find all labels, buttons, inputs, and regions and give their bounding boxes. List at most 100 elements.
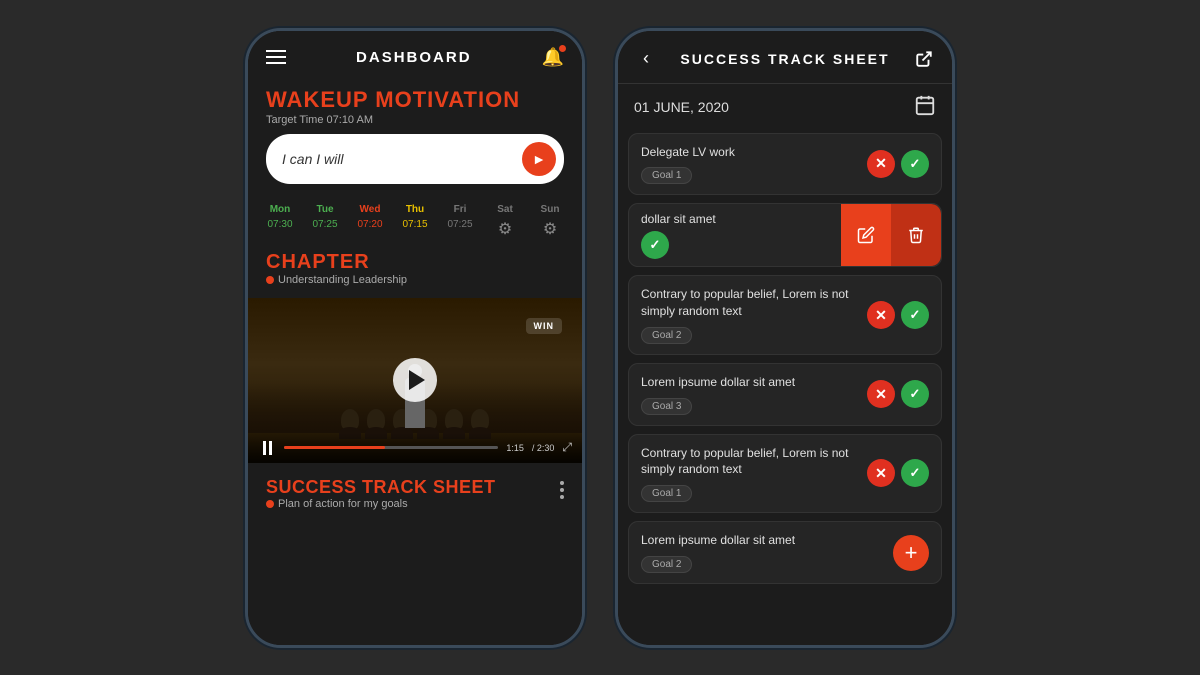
video-win-banner: WIN	[526, 318, 563, 334]
play-button[interactable]	[393, 358, 437, 402]
chapter-title: CHAPTER	[266, 251, 564, 274]
day-col-tue[interactable]: Tue 07:25	[307, 204, 343, 239]
delete-button[interactable]	[891, 204, 941, 266]
track-item-text: Contrary to popular belief, Lorem is not…	[641, 445, 857, 479]
expand-button[interactable]: ⤢	[562, 440, 572, 455]
video-current-time: 1:15	[506, 443, 524, 453]
menu-button[interactable]	[266, 50, 286, 64]
goal-badge: Goal 1	[641, 167, 692, 184]
day-col-fri[interactable]: Fri 07:25	[442, 204, 478, 239]
dashboard-header: DASHBOARD 🔔	[248, 31, 582, 80]
goal-badge: Goal 1	[641, 485, 692, 502]
track-item: Contrary to popular belief, Lorem is not…	[628, 275, 942, 355]
day-col-thu[interactable]: Thu 07:15	[397, 204, 433, 239]
pause-button[interactable]	[258, 439, 276, 457]
success-dot-icon	[266, 500, 274, 508]
swiped-check-button[interactable]: ✓	[641, 231, 669, 259]
accept-button[interactable]: ✓	[901, 301, 929, 329]
track-add-item: Lorem ipsume dollar sit amet Goal 2 +	[628, 521, 942, 584]
day-col-sun[interactable]: Sun ⚙	[532, 204, 568, 239]
day-time-fri: 07:25	[447, 219, 472, 230]
reject-button[interactable]: ✕	[867, 380, 895, 408]
day-label-mon: Mon	[270, 204, 291, 215]
accept-button[interactable]: ✓	[901, 459, 929, 487]
success-subtitle-text: Plan of action for my goals	[278, 498, 408, 510]
track-date-row: 01 JUNE, 2020	[618, 84, 952, 129]
day-time-wed: 07:20	[357, 219, 382, 230]
right-phone: ‹ SUCCESS TRACK SHEET 01 JUNE, 2020	[615, 28, 955, 648]
chapter-section: CHAPTER Understanding Leadership	[248, 243, 582, 292]
track-item-content: Contrary to popular belief, Lorem is not…	[641, 286, 857, 344]
video-container[interactable]: WIN 1:15 / 2:30 ⤢	[248, 298, 582, 463]
track-item: Contrary to popular belief, Lorem is not…	[628, 434, 942, 514]
reject-button[interactable]: ✕	[867, 301, 895, 329]
chapter-dot-icon	[266, 276, 274, 284]
track-sheet-screen: ‹ SUCCESS TRACK SHEET 01 JUNE, 2020	[618, 31, 952, 645]
day-time-thu: 07:15	[402, 219, 427, 230]
goal-badge: Goal 3	[641, 398, 692, 415]
success-section: SUCCESS TRACK SHEET Plan of action for m…	[248, 469, 582, 514]
dashboard-title: DASHBOARD	[356, 49, 472, 66]
day-label-sun: Sun	[541, 204, 560, 215]
more-options-button[interactable]	[560, 477, 564, 499]
video-total-time: / 2:30	[532, 443, 555, 453]
day-label-tue: Tue	[316, 204, 333, 215]
track-item-content: Contrary to popular belief, Lorem is not…	[641, 445, 857, 503]
track-item-content: Lorem ipsume dollar sit amet Goal 3	[641, 374, 857, 415]
chapter-subtitle: Understanding Leadership	[266, 274, 564, 286]
track-item-text: Contrary to popular belief, Lorem is not…	[641, 286, 857, 320]
accept-button[interactable]: ✓	[901, 150, 929, 178]
wakeup-subtitle: Target Time 07:10 AM	[266, 114, 564, 126]
notification-bell-icon[interactable]: 🔔	[542, 47, 564, 68]
goal-badge: Goal 2	[641, 556, 692, 573]
video-controls: 1:15 / 2:30 ⤢	[248, 433, 582, 463]
track-items-list: Delegate LV work Goal 1 ✕ ✓ dollar sit a…	[618, 129, 952, 645]
success-info: SUCCESS TRACK SHEET Plan of action for m…	[266, 477, 496, 510]
external-link-icon[interactable]	[910, 45, 938, 73]
track-header: ‹ SUCCESS TRACK SHEET	[618, 31, 952, 84]
day-time-mon: 07:30	[267, 219, 292, 230]
sat-settings-icon: ⚙	[498, 219, 512, 239]
wakeup-section: WAKEUP MOTIVATION Target Time 07:10 AM I…	[248, 80, 582, 194]
day-col-wed[interactable]: Wed 07:20	[352, 204, 388, 239]
reject-button[interactable]: ✕	[867, 459, 895, 487]
track-item-text: Lorem ipsume dollar sit amet	[641, 374, 857, 391]
edit-button[interactable]	[841, 204, 891, 266]
track-date: 01 JUNE, 2020	[634, 99, 729, 115]
day-label-wed: Wed	[360, 204, 381, 215]
track-item-actions: ✕ ✓	[867, 301, 929, 329]
track-item-content: Delegate LV work Goal 1	[641, 144, 857, 185]
left-phone: DASHBOARD 🔔 WAKEUP MOTIVATION Target Tim…	[245, 28, 585, 648]
video-progress-fill	[284, 446, 385, 449]
track-item-actions: ✕ ✓	[867, 380, 929, 408]
track-item: Delegate LV work Goal 1 ✕ ✓	[628, 133, 942, 196]
video-progress-bar[interactable]	[284, 446, 498, 449]
track-sheet-title: SUCCESS TRACK SHEET	[680, 51, 889, 67]
track-item-actions: ✕ ✓	[867, 459, 929, 487]
send-button[interactable]: ►	[522, 142, 556, 176]
success-title: SUCCESS TRACK SHEET	[266, 477, 496, 498]
motivation-input-row: I can I will ►	[266, 134, 564, 184]
day-time-tue: 07:25	[312, 219, 337, 230]
days-row: Mon 07:30 Tue 07:25 Wed 07:20 Thu 07:15 …	[248, 194, 582, 243]
dashboard-screen: DASHBOARD 🔔 WAKEUP MOTIVATION Target Tim…	[248, 31, 582, 645]
reject-button[interactable]: ✕	[867, 150, 895, 178]
motivation-input[interactable]: I can I will	[282, 151, 522, 167]
back-button[interactable]: ‹	[632, 45, 660, 73]
wakeup-title: WAKEUP MOTIVATION	[266, 88, 564, 112]
track-item-content: Lorem ipsume dollar sit amet Goal 2	[641, 532, 893, 573]
track-item-actions: ✕ ✓	[867, 150, 929, 178]
day-col-mon[interactable]: Mon 07:30	[262, 204, 298, 239]
track-item-text: Lorem ipsume dollar sit amet	[641, 532, 893, 549]
track-item: Lorem ipsume dollar sit amet Goal 3 ✕ ✓	[628, 363, 942, 426]
day-col-sat[interactable]: Sat ⚙	[487, 204, 523, 239]
day-label-sat: Sat	[497, 204, 513, 215]
day-label-fri: Fri	[454, 204, 467, 215]
calendar-icon[interactable]	[914, 94, 936, 121]
goal-badge: Goal 2	[641, 327, 692, 344]
add-item-button[interactable]: +	[893, 535, 929, 571]
accept-button[interactable]: ✓	[901, 380, 929, 408]
swipe-action-buttons	[841, 204, 941, 266]
track-item-swiped: dollar sit amet ✓	[628, 203, 942, 267]
success-subtitle: Plan of action for my goals	[266, 498, 496, 510]
